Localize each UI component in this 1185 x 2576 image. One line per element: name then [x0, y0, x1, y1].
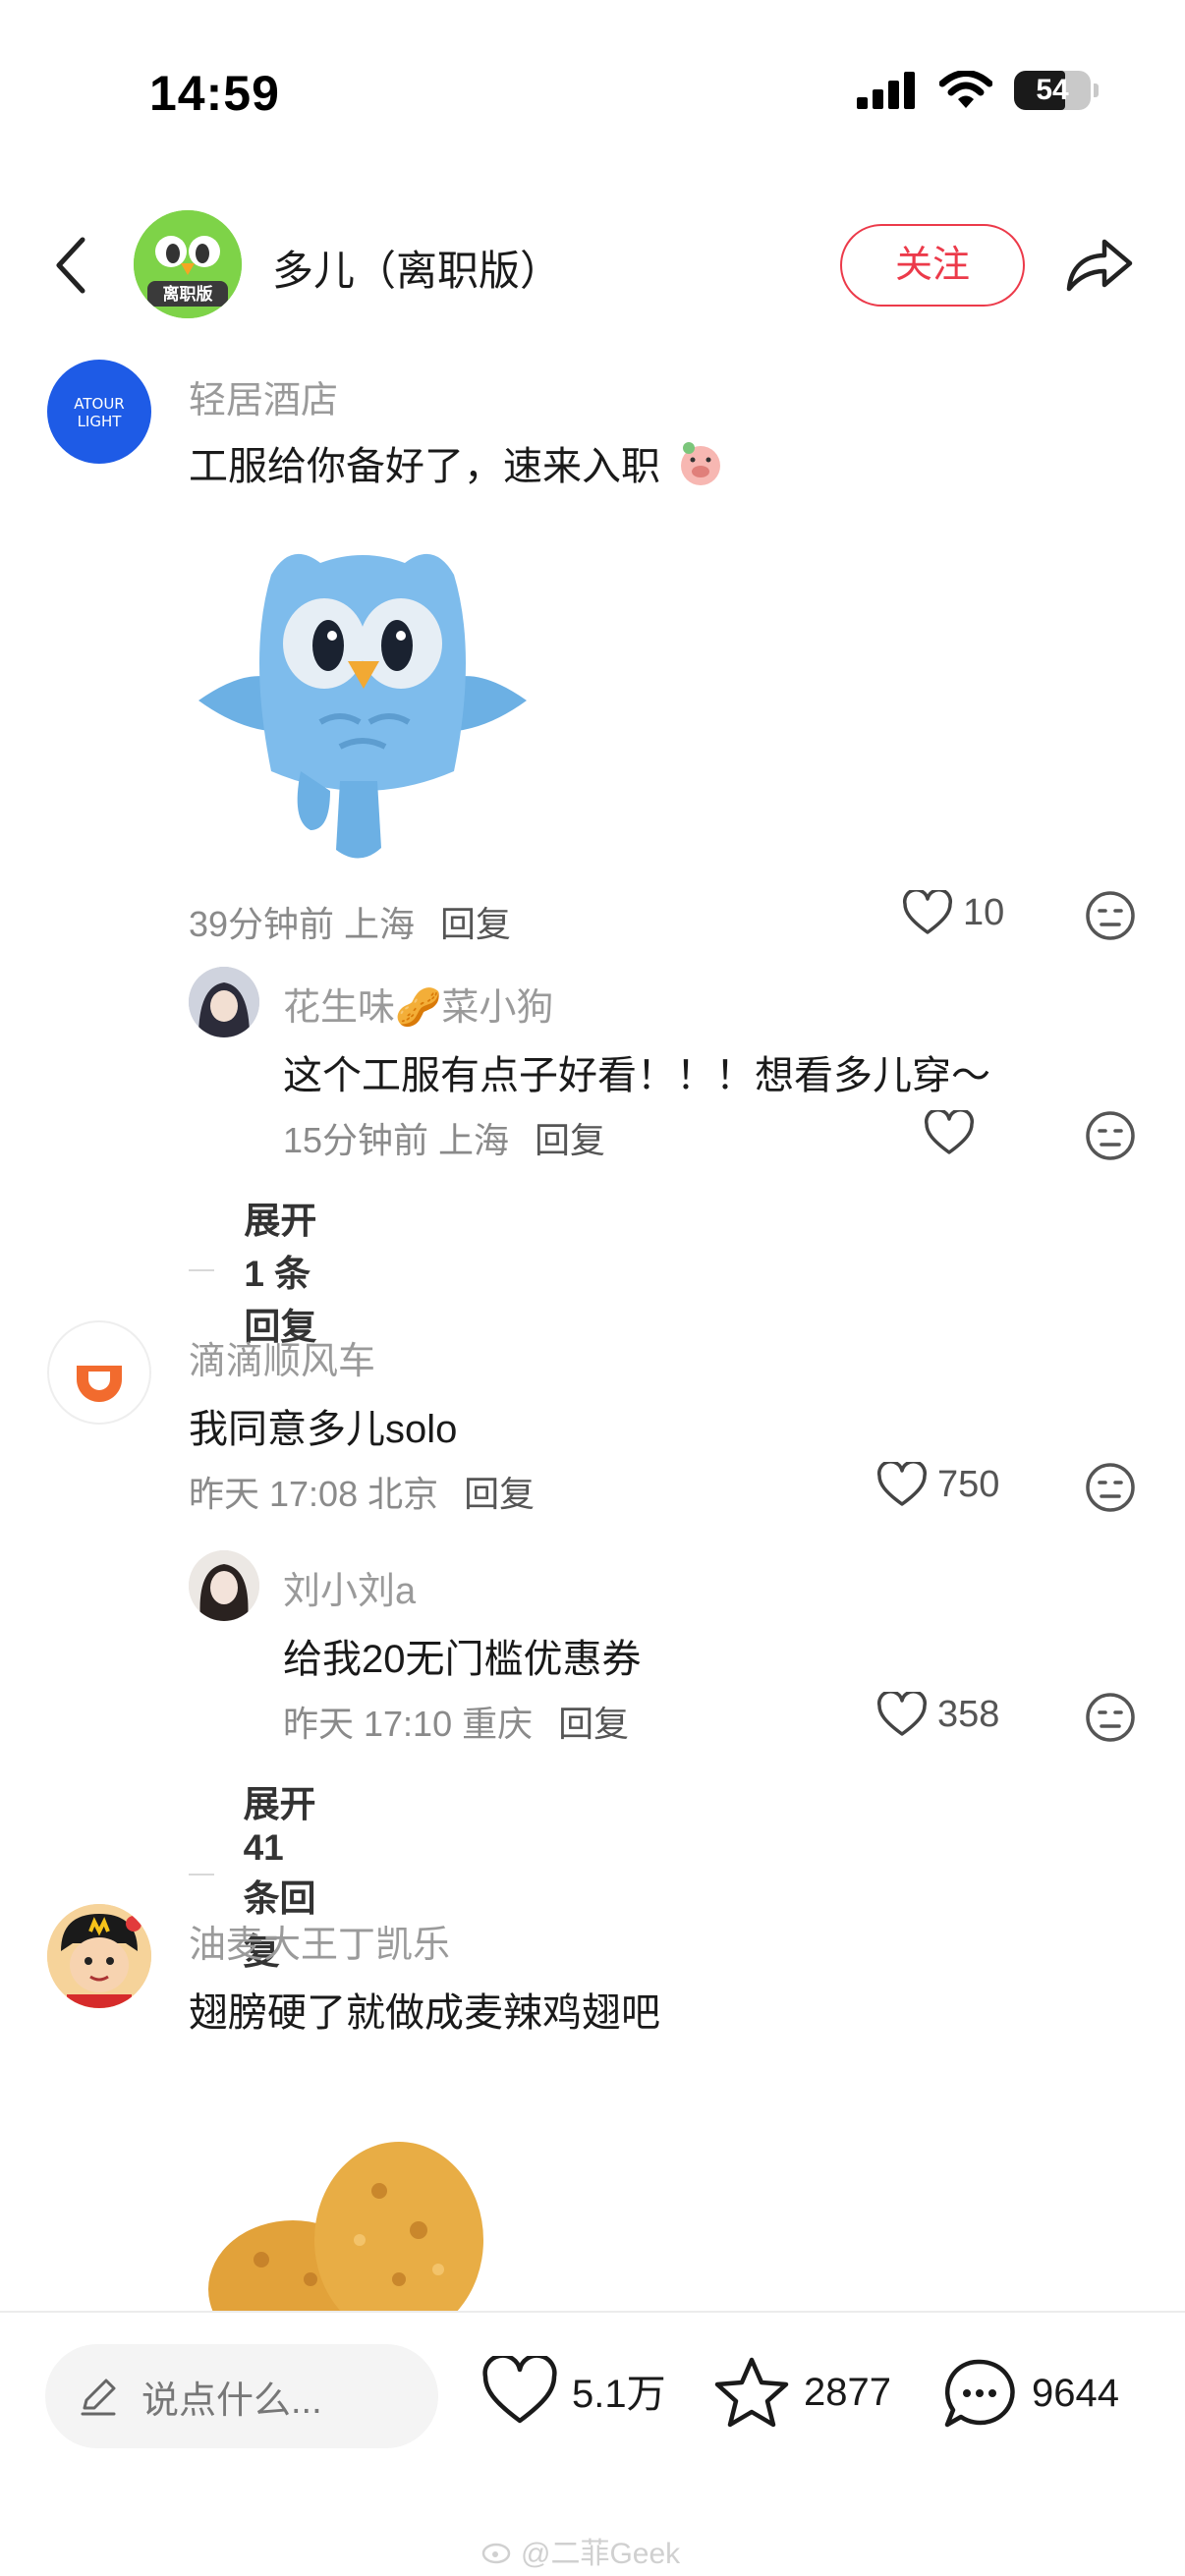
heart-icon	[924, 1110, 975, 1154]
account-avatar[interactable]: 离职版	[134, 210, 242, 318]
reply-meta: 昨天 17:10 重庆 回复	[283, 1696, 629, 1747]
comment-input[interactable]: 说点什么...	[45, 2344, 438, 2448]
reply-button[interactable]: 回复	[558, 1704, 629, 1744]
svg-text:LIGHT: LIGHT	[78, 413, 123, 430]
dislike-face-icon[interactable]	[1085, 1110, 1136, 1161]
status-icons: 54	[857, 71, 1099, 110]
girl-avatar-icon	[189, 1550, 259, 1621]
atour-logo-icon: ATOUR LIGHT	[74, 395, 124, 430]
favorite-count: 2877	[804, 2370, 891, 2414]
comment-time-location: 昨天 17:08 北京	[189, 1474, 439, 1514]
fried-chicken-image[interactable]	[202, 2132, 507, 2311]
header: 离职版 多儿（离职版） 关注	[0, 206, 1185, 324]
reply-time-location: 昨天 17:10 重庆	[283, 1704, 534, 1744]
comment-time-location: 39分钟前 上海	[189, 904, 416, 944]
favorite-button[interactable]: 2877	[713, 2356, 891, 2429]
cartoon-boy-avatar-icon	[47, 1904, 151, 2008]
dislike-face-icon[interactable]	[1085, 1462, 1136, 1513]
like-button[interactable]	[924, 1110, 985, 1155]
status-bar: 14:59 54	[0, 0, 1185, 187]
post-like-count: 5.1万	[572, 2373, 666, 2416]
comment-bubble-icon	[944, 2359, 1015, 2428]
comment-text: 工服给你备好了，速来入职	[189, 434, 726, 491]
commenter-avatar[interactable]	[47, 1904, 151, 2008]
status-time: 14:59	[149, 66, 280, 121]
battery-level: 54	[1036, 74, 1069, 106]
expand-replies-label: 展开 1 条回复	[244, 1201, 317, 1347]
reply-text: 给我20无门槛优惠券	[283, 1638, 642, 1681]
heart-icon	[876, 1692, 928, 1736]
weibo-icon	[481, 2543, 511, 2564]
share-icon[interactable]	[1063, 234, 1134, 295]
post-like-button[interactable]: 5.1万	[481, 2356, 666, 2425]
reply-button[interactable]: 回复	[464, 1474, 535, 1514]
dislike-face-icon[interactable]	[1085, 890, 1136, 941]
comments-count: 9644	[1032, 2371, 1119, 2415]
didi-logo-icon	[77, 1366, 122, 1402]
reply-username[interactable]: 花生味🥜菜小狗	[283, 977, 553, 1031]
bottom-bar: 说点什么... 5.1万 2877 9644 @二菲Geek	[0, 2311, 1185, 2576]
reply-button[interactable]: 回复	[440, 904, 511, 944]
commenter-avatar[interactable]: ATOUR LIGHT	[47, 360, 151, 464]
heart-icon	[876, 1462, 928, 1506]
like-count: 358	[937, 1693, 1000, 1735]
page-title: 多儿（离职版）	[272, 248, 562, 294]
expand-replies-button[interactable]: 展开 1 条回复	[189, 1191, 325, 1350]
comment-text-content: 工服给你备好了，速来入职	[189, 445, 660, 488]
reply-text: 这个工服有点子好看！！！想看多儿穿～	[283, 1054, 990, 1097]
anime-avatar-icon	[189, 967, 259, 1037]
comment-username[interactable]: 油麦大王丁凯乐	[189, 1914, 450, 1968]
reply-avatar[interactable]	[189, 967, 259, 1037]
pencil-icon	[81, 2379, 116, 2416]
watermark: @二菲Geek	[481, 2529, 680, 2572]
comment-username[interactable]: 轻居酒店	[189, 369, 338, 423]
watermark-text: @二菲Geek	[521, 2538, 681, 2570]
comment-text: 我同意多儿solo	[189, 1408, 458, 1451]
reply-username[interactable]: 刘小刘a	[283, 1560, 416, 1614]
reply-avatar[interactable]	[189, 1550, 259, 1621]
comment-text: 翅膀硬了就做成麦辣鸡翅吧	[189, 1991, 660, 2035]
commenter-avatar[interactable]	[47, 1320, 151, 1425]
comment-username[interactable]: 滴滴顺风车	[189, 1330, 375, 1384]
dislike-face-icon[interactable]	[1085, 1692, 1136, 1743]
comment-input-placeholder: 说点什么...	[141, 2380, 322, 2422]
comment-meta: 39分钟前 上海 回复	[189, 896, 511, 947]
reply-button[interactable]: 回复	[535, 1120, 605, 1160]
like-button[interactable]: 750	[876, 1462, 999, 1507]
like-button[interactable]: 358	[876, 1692, 999, 1737]
follow-button[interactable]: 关注	[840, 224, 1025, 307]
owl-costume-image[interactable]	[193, 535, 533, 869]
heart-icon	[902, 890, 953, 934]
star-icon	[714, 2357, 789, 2428]
duo-owl-icon: 离职版	[134, 210, 242, 318]
pig-sticker-icon	[681, 442, 721, 485]
reply-meta: 15分钟前 上海 回复	[283, 1112, 605, 1163]
reply-time-location: 15分钟前 上海	[283, 1120, 510, 1160]
svg-text:ATOUR: ATOUR	[74, 395, 124, 413]
cellular-signal-icon	[857, 72, 915, 109]
wifi-icon	[939, 71, 992, 108]
comments-button[interactable]: 9644	[941, 2356, 1119, 2431]
comment-meta: 昨天 17:08 北京 回复	[189, 1466, 535, 1517]
like-count: 10	[963, 891, 1005, 933]
back-icon[interactable]	[47, 234, 96, 297]
avatar-badge: 离职版	[163, 284, 213, 305]
battery-icon: 54	[1014, 71, 1099, 110]
like-count: 750	[937, 1463, 1000, 1505]
like-button[interactable]: 10	[902, 890, 1004, 935]
heart-icon	[482, 2356, 557, 2424]
